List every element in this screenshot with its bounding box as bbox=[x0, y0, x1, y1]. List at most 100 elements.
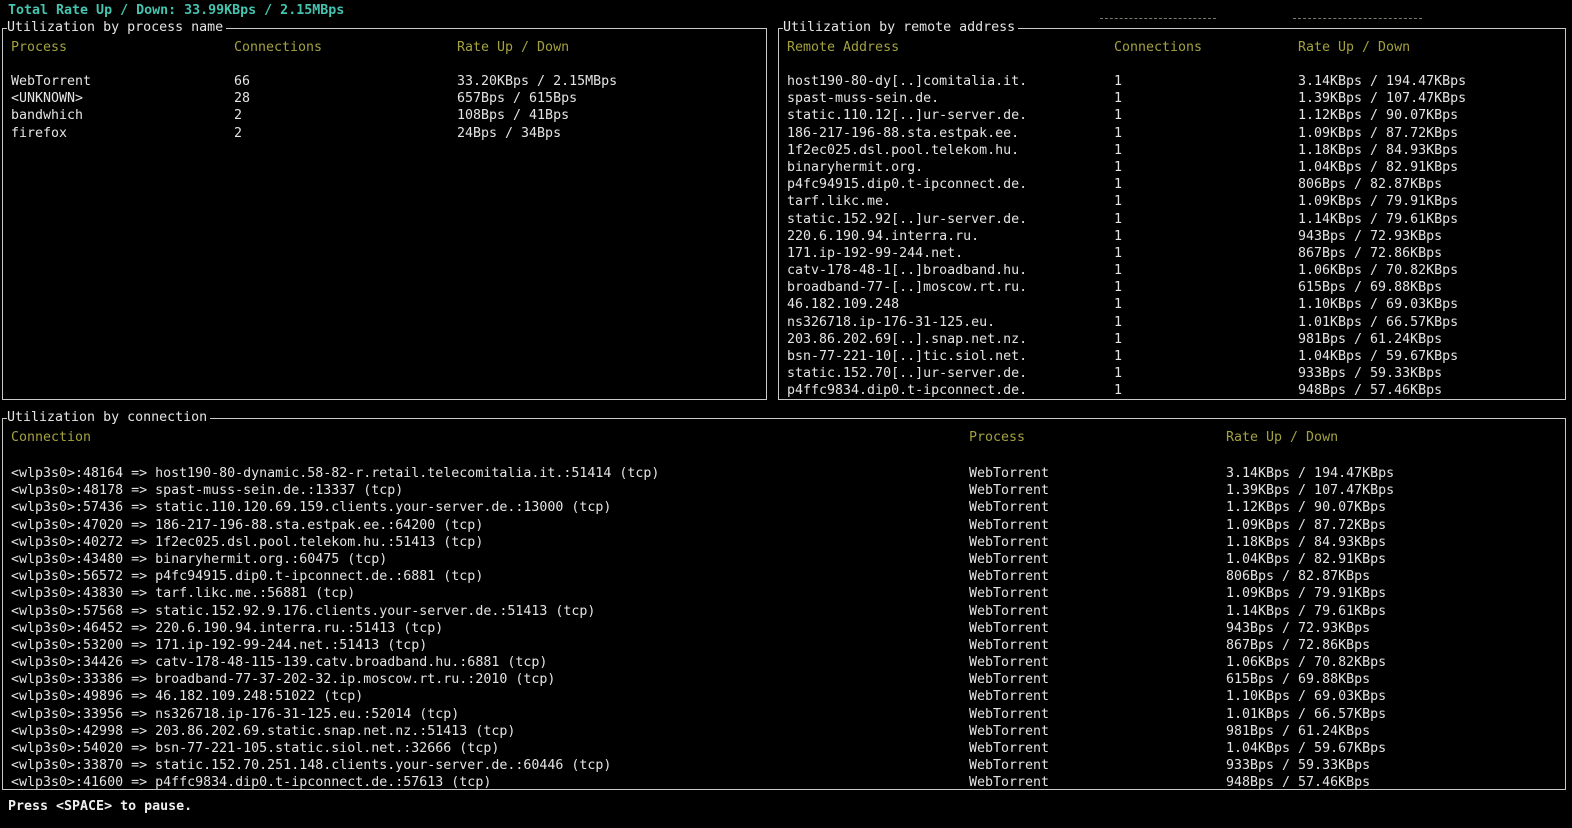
remote-connections-cell: 1 bbox=[1114, 366, 1123, 382]
remote-rate-cell: 1.09KBps / 79.91KBps bbox=[1298, 194, 1459, 210]
connection-rate-cell: 1.18KBps / 84.93KBps bbox=[1226, 534, 1387, 550]
connection-rate-cell: 1.04KBps / 59.67KBps bbox=[1226, 741, 1387, 756]
remote-address-cell: static.110.12[..]ur-server.de. bbox=[787, 108, 1028, 124]
connection-cell: <wlp3s0>:54020 => bsn-77-221-105.static.… bbox=[11, 741, 500, 756]
remote-connections-cell: 1 bbox=[1114, 177, 1123, 193]
remote-rate-cell: 867Bps / 72.86KBps bbox=[1298, 245, 1443, 261]
remote-connections-cell: 1 bbox=[1114, 91, 1123, 107]
remote-connections-cell: 1 bbox=[1114, 108, 1123, 124]
remote-rate-cell: 615Bps / 69.88KBps bbox=[1298, 280, 1443, 296]
remote-address-cell: bsn-77-221-10[..]tic.siol.net. bbox=[787, 349, 1028, 364]
process-name-column: WebTorrent <UNKNOWN> bandwhich firefox bbox=[11, 73, 91, 142]
connection-rate-cell: 948Bps / 57.46KBps bbox=[1226, 775, 1371, 791]
process-name-cell: firefox bbox=[11, 125, 68, 141]
remote-address-cell: p4fc94915.dip0.t-ipconnect.de. bbox=[787, 177, 1028, 193]
connection-process-cell: WebTorrent bbox=[969, 672, 1050, 688]
col-header-rate: Rate Up / Down bbox=[1226, 430, 1339, 445]
connection-cell: <wlp3s0>:47020 => 186-217-196-88.sta.est… bbox=[11, 517, 484, 533]
connection-process-cell: WebTorrent bbox=[969, 500, 1050, 516]
remote-connections-cell: 1 bbox=[1114, 142, 1123, 158]
remote-rate-cell: 1.18KBps / 84.93KBps bbox=[1298, 142, 1459, 158]
terminal-screen: Total Rate Up / Down: 33.99KBps / 2.15MB… bbox=[0, 0, 1572, 828]
connection-process-cell: WebTorrent bbox=[969, 741, 1050, 756]
remote-connections-cell: 1 bbox=[1114, 314, 1123, 330]
connection-process-cell: WebTorrent bbox=[969, 603, 1050, 619]
panel-connection: Utilization by connection Connection Pro… bbox=[2, 410, 1566, 792]
connection-cell: <wlp3s0>:48164 => host190-80-dynamic.58-… bbox=[11, 466, 660, 481]
remote-connections-cell: 1 bbox=[1114, 263, 1123, 279]
connection-process-cell: WebTorrent bbox=[969, 723, 1050, 739]
connection-rate-cell: 1.06KBps / 70.82KBps bbox=[1226, 655, 1387, 671]
connection-rate-cell: 933Bps / 59.33KBps bbox=[1226, 758, 1371, 774]
process-connections-cell: 2 bbox=[234, 108, 243, 124]
remote-connections-cell: 1 bbox=[1114, 331, 1123, 347]
col-header-connections: Connections bbox=[1114, 40, 1203, 55]
connection-process-cell: WebTorrent bbox=[969, 586, 1050, 602]
remote-connections-cell: 1 bbox=[1114, 211, 1123, 227]
process-rate-column: 33.20KBps / 2.15MBps 657Bps / 615Bps 108Bp… bbox=[457, 73, 617, 142]
connection-cell: <wlp3s0>:42998 => 203.86.202.69.static.s… bbox=[11, 723, 516, 739]
panel-remote-title: Utilization by remote address bbox=[783, 20, 1019, 35]
remote-connections-cell: 1 bbox=[1114, 383, 1123, 399]
col-header-process: Process bbox=[11, 40, 68, 55]
process-name-cell: bandwhich bbox=[11, 108, 84, 124]
remote-connections-cell: 1 bbox=[1114, 245, 1123, 261]
remote-address-cell: tarf.likc.me. bbox=[787, 194, 892, 210]
connection-rate-cell: 806Bps / 82.87KBps bbox=[1226, 569, 1371, 585]
remote-rate-cell: 1.04KBps / 59.67KBps bbox=[1298, 349, 1459, 364]
remote-rate-cell: 1.04KBps / 82.91KBps bbox=[1298, 159, 1459, 175]
remote-rate-cell: 1.09KBps / 87.72KBps bbox=[1298, 125, 1459, 141]
remote-rate-cell: 943Bps / 72.93KBps bbox=[1298, 228, 1443, 244]
remote-connections-cell: 1 bbox=[1114, 159, 1123, 175]
remote-rate-cell: 1.01KBps / 66.57KBps bbox=[1298, 314, 1459, 330]
connection-cell: <wlp3s0>:57568 => static.152.92.9.176.cl… bbox=[11, 603, 596, 619]
connection-process-cell: WebTorrent bbox=[969, 534, 1050, 550]
process-connections-cell: 28 bbox=[234, 91, 251, 107]
process-connections-cell: 66 bbox=[234, 74, 251, 89]
connection-cell: <wlp3s0>:43830 => tarf.likc.me.:56881 (t… bbox=[11, 586, 356, 602]
col-header-connection: Connection bbox=[11, 430, 92, 445]
connection-rate-cell: 1.04KBps / 82.91KBps bbox=[1226, 551, 1387, 567]
connection-process-cell: WebTorrent bbox=[969, 483, 1050, 499]
remote-address-column: host190-80-dy[..]comitalia.it. spast-muss… bbox=[787, 73, 1027, 400]
remote-address-cell: broadband-77-[..]moscow.rt.ru. bbox=[787, 280, 1028, 296]
connection-cell: <wlp3s0>:33956 => ns326718.ip-176-31-125… bbox=[11, 706, 460, 722]
connection-process-cell: WebTorrent bbox=[969, 637, 1050, 653]
border-artifact bbox=[1100, 18, 1216, 19]
process-rate-cell: 24Bps / 34Bps bbox=[457, 125, 562, 141]
connection-rate-cell: 943Bps / 72.93KBps bbox=[1226, 620, 1371, 636]
connection-cell: <wlp3s0>:56572 => p4fc94915.dip0.t-ipcon… bbox=[11, 569, 484, 585]
remote-connections-cell: 1 bbox=[1114, 194, 1123, 210]
remote-rate-cell: 1.39KBps / 107.47KBps bbox=[1298, 91, 1467, 107]
panel-process-title: Utilization by process name bbox=[7, 20, 227, 35]
connection-process-cell: WebTorrent bbox=[969, 620, 1050, 636]
remote-address-cell: 220.6.190.94.interra.ru. bbox=[787, 228, 980, 244]
remote-rate-column: 3.14KBps / 194.47KBps 1.39KBps / 107.47KB… bbox=[1298, 73, 1466, 400]
process-rate-cell: 108Bps / 41Bps bbox=[457, 108, 570, 124]
process-rate-cell: 33.20KBps / 2.15MBps bbox=[457, 74, 618, 89]
connection-process-cell: WebTorrent bbox=[969, 569, 1050, 585]
connection-cell: <wlp3s0>:57436 => static.110.120.69.159.… bbox=[11, 500, 612, 516]
col-header-rate: Rate Up / Down bbox=[457, 40, 570, 55]
connection-rate-cell: 1.14KBps / 79.61KBps bbox=[1226, 603, 1387, 619]
total-rate-line: Total Rate Up / Down: 33.99KBps / 2.15MB… bbox=[8, 3, 345, 18]
connection-rate-cell: 1.01KBps / 66.57KBps bbox=[1226, 706, 1387, 722]
process-name-cell: <UNKNOWN> bbox=[11, 91, 84, 107]
connection-cell: <wlp3s0>:41600 => p4ffc9834.dip0.t-ipcon… bbox=[11, 775, 492, 791]
connection-cell: <wlp3s0>:49896 => 46.182.109.248:51022 (… bbox=[11, 689, 364, 705]
remote-rate-cell: 1.12KBps / 90.07KBps bbox=[1298, 108, 1459, 124]
remote-address-cell: host190-80-dy[..]comitalia.it. bbox=[787, 74, 1028, 89]
connection-rate-cell: 1.09KBps / 79.91KBps bbox=[1226, 586, 1387, 602]
col-header-rate: Rate Up / Down bbox=[1298, 40, 1411, 55]
connection-column: <wlp3s0>:48164 => host190-80-dynamic.58-… bbox=[11, 465, 659, 792]
col-header-process: Process bbox=[969, 430, 1026, 445]
remote-address-cell: 203.86.202.69[..].snap.net.nz. bbox=[787, 331, 1028, 347]
remote-rate-cell: 948Bps / 57.46KBps bbox=[1298, 383, 1443, 399]
panel-process: Utilization by process name Process Conn… bbox=[2, 20, 767, 400]
remote-rate-cell: 933Bps / 59.33KBps bbox=[1298, 366, 1443, 382]
remote-rate-cell: 806Bps / 82.87KBps bbox=[1298, 177, 1443, 193]
process-name-cell: WebTorrent bbox=[11, 74, 92, 89]
connection-rate-cell: 1.39KBps / 107.47KBps bbox=[1226, 483, 1395, 499]
remote-address-cell: p4ffc9834.dip0.t-ipconnect.de. bbox=[787, 383, 1028, 399]
border-artifact bbox=[1293, 18, 1422, 19]
